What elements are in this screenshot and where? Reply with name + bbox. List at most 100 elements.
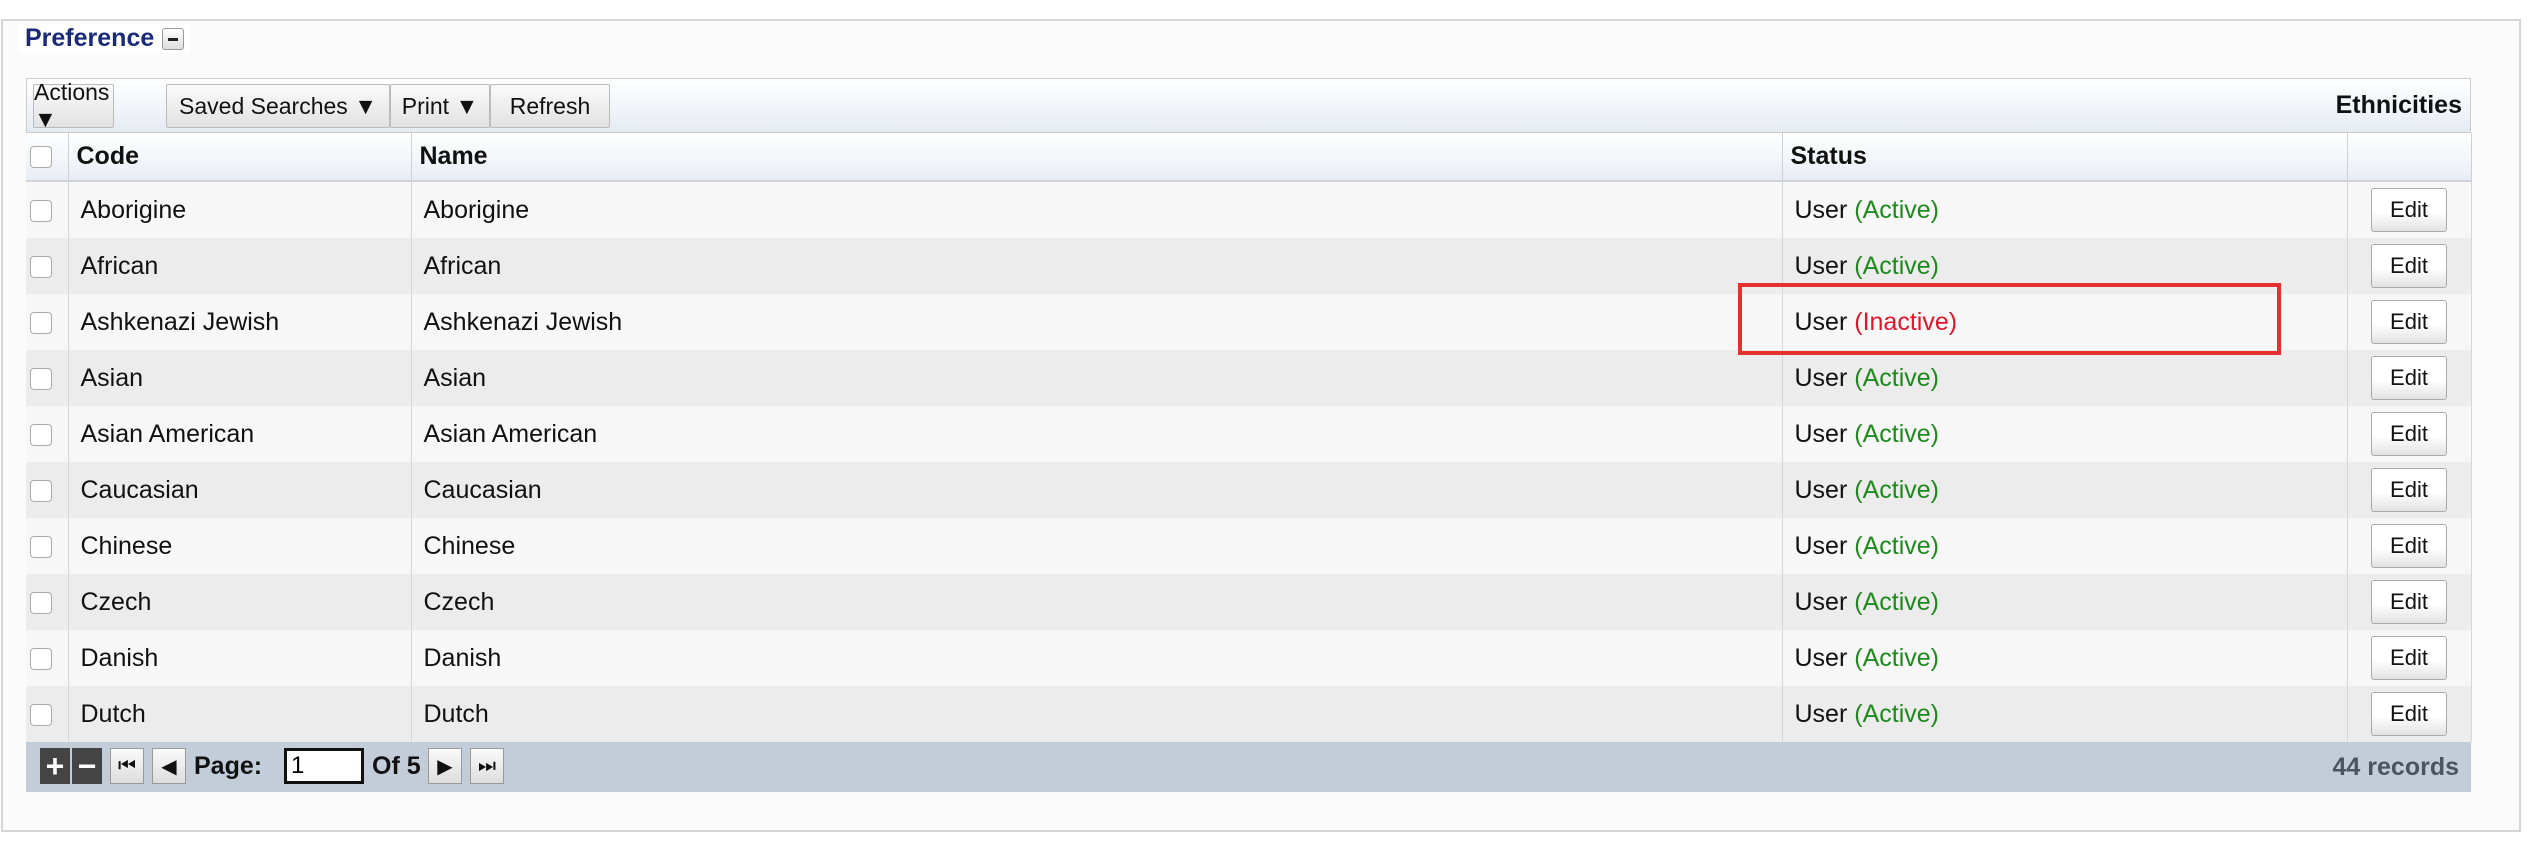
print-button[interactable]: Print ▼ [390,84,490,128]
table-row[interactable]: Asian American Asian American User (Active… [26,406,2472,462]
table-row[interactable]: Czech Czech User (Active) Edit [26,574,2472,630]
status-type: User [1794,419,1848,448]
status-type: User [1794,475,1848,504]
code-cell: Ashkenazi Jewish [68,294,412,350]
edit-button[interactable]: Edit [2371,468,2447,512]
code-cell: Chinese [68,518,412,574]
page-number-input[interactable] [284,748,364,784]
row-checkbox[interactable] [30,423,52,446]
status-cell: User (Active) [1782,462,2348,518]
row-checkbox[interactable] [30,703,52,726]
row-checkbox[interactable] [30,591,52,614]
table-row[interactable]: African African User (Active) Edit [26,238,2472,294]
code-cell: Caucasian [68,462,412,518]
status-cell: User (Inactive) [1782,294,2348,350]
select-all-checkbox[interactable] [30,146,52,169]
row-checkbox[interactable] [30,647,52,670]
actions-button[interactable]: Actions ▼ [33,79,114,132]
action-cell: Edit [2347,518,2472,574]
action-cell: Edit [2347,686,2472,742]
row-select-cell [26,686,69,742]
name-cell: Ashkenazi Jewish [411,294,1783,350]
edit-button[interactable]: Edit [2371,580,2447,624]
status-cell: User (Active) [1782,406,2348,462]
page-label: Page: [194,752,263,780]
edit-button[interactable]: Edit [2371,356,2447,400]
code-cell: Aborigine [68,181,412,238]
grid-footer-pager: + − ⏮ ◀ Page: Of 5 ▶ ⏭ 44 records [26,742,2471,792]
edit-button[interactable]: Edit [2371,188,2447,232]
refresh-button[interactable]: Refresh [490,84,610,128]
row-select-cell [26,518,69,574]
status-cell: User (Active) [1782,350,2348,406]
row-checkbox[interactable] [30,199,52,222]
edit-button[interactable]: Edit [2371,244,2447,288]
edit-button[interactable]: Edit [2371,636,2447,680]
table-row[interactable]: Asian Asian User (Active) Edit [26,350,2472,406]
status-badge: (Active) [1854,643,1939,672]
code-cell: Asian [68,350,412,406]
name-cell: Caucasian [411,462,1783,518]
action-cell: Edit [2347,350,2472,406]
row-checkbox[interactable] [30,367,52,390]
name-cell: Chinese [411,518,1783,574]
first-page-icon[interactable]: ⏮ [110,748,144,784]
status-cell: User (Active) [1782,574,2348,630]
column-header-code[interactable]: Code [68,133,412,182]
status-type: User [1794,699,1848,728]
code-cell: Asian American [68,406,412,462]
code-cell: Czech [68,574,412,630]
status-badge: (Active) [1854,531,1939,560]
previous-page-icon[interactable]: ◀ [152,748,186,784]
action-cell: Edit [2347,238,2472,294]
status-type: User [1794,307,1848,336]
status-type: User [1794,251,1848,280]
name-cell: Danish [411,630,1783,686]
status-badge: (Active) [1854,419,1939,448]
action-cell: Edit [2347,406,2472,462]
status-type: User [1794,363,1848,392]
column-header-status[interactable]: Status [1782,133,2348,182]
status-cell: User (Active) [1782,238,2348,294]
add-row-plus-icon[interactable]: + [40,748,70,784]
action-cell: Edit [2347,181,2472,238]
row-select-cell [26,238,69,294]
edit-button[interactable]: Edit [2371,300,2447,344]
edit-button[interactable]: Edit [2371,692,2447,736]
status-badge: (Inactive) [1854,307,1958,336]
action-cell: Edit [2347,574,2472,630]
name-cell: Asian American [411,406,1783,462]
edit-button[interactable]: Edit [2371,524,2447,568]
action-cell: Edit [2347,294,2472,350]
next-page-icon[interactable]: ▶ [428,748,462,784]
table-row[interactable]: Aborigine Aborigine User (Active) Edit [26,181,2472,238]
column-header-name[interactable]: Name [411,133,1783,182]
table-row[interactable]: Danish Danish User (Active) Edit [26,630,2472,686]
status-cell: User (Active) [1782,181,2348,238]
status-type: User [1794,195,1848,224]
action-cell: Edit [2347,462,2472,518]
status-badge: (Active) [1854,475,1939,504]
row-select-cell [26,462,69,518]
panel-title: Preference [25,24,155,52]
collapse-minus-icon[interactable] [162,27,185,50]
table-row[interactable]: Ashkenazi Jewish Ashkenazi Jewish User (In… [26,294,2472,350]
table-row[interactable]: Chinese Chinese User (Active) Edit [26,518,2472,574]
delete-row-minus-icon[interactable]: − [72,748,102,784]
last-page-icon[interactable]: ⏭ [470,748,504,784]
page-count-label: Of 5 [372,752,421,780]
code-cell: Dutch [68,686,412,742]
row-checkbox[interactable] [30,311,52,334]
row-checkbox[interactable] [30,255,52,278]
name-cell: Aborigine [411,181,1783,238]
table-row[interactable]: Dutch Dutch User (Active) Edit [26,686,2472,742]
row-checkbox[interactable] [30,479,52,502]
code-cell: Danish [68,630,412,686]
saved-searches-button[interactable]: Saved Searches ▼ [166,84,390,128]
code-cell: African [68,238,412,294]
status-type: User [1794,587,1848,616]
edit-button[interactable]: Edit [2371,412,2447,456]
select-all-header [26,133,69,182]
table-row[interactable]: Caucasian Caucasian User (Active) Edit [26,462,2472,518]
row-checkbox[interactable] [30,535,52,558]
